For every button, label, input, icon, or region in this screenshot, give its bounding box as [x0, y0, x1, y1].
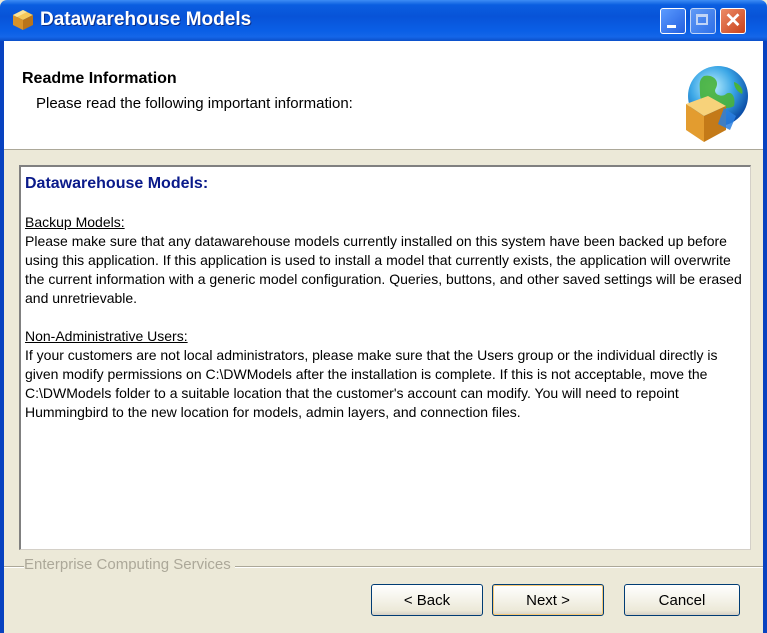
window-frame-right [763, 41, 767, 633]
back-button[interactable]: < Back [371, 584, 483, 616]
globe-box-icon [686, 66, 748, 142]
window-title: Datawarehouse Models [40, 9, 252, 30]
readme-section-heading: Non-Administrative Users: [25, 328, 188, 344]
readme-section-non-admin: Non-Administrative Users: If your custom… [25, 327, 742, 422]
readme-section-body: Please make sure that any datawarehouse … [25, 233, 742, 306]
wizard-header: Readme Information Please read the follo… [4, 41, 763, 150]
installer-window: Datawarehouse Models ✕ Readme Informatio… [0, 0, 767, 633]
cancel-button[interactable]: Cancel [624, 584, 740, 616]
maximize-icon[interactable] [690, 8, 716, 34]
next-button[interactable]: Next > [492, 584, 604, 616]
readme-textbox[interactable]: Datawarehouse Models: Backup Models: Ple… [19, 165, 751, 550]
readme-section-body: If your customers are not local administ… [25, 347, 718, 420]
page-title: Readme Information [22, 70, 177, 87]
setup-box-icon [13, 10, 33, 30]
readme-title: Datawarehouse Models: [25, 175, 209, 192]
title-bar[interactable]: Datawarehouse Models ✕ [0, 0, 767, 41]
branding-label: Enterprise Computing Services [24, 556, 235, 573]
close-icon[interactable]: ✕ [720, 8, 746, 34]
page-subtitle: Please read the following important info… [36, 95, 353, 112]
readme-section-heading: Backup Models: [25, 214, 125, 230]
readme-section-backup: Backup Models: Please make sure that any… [25, 213, 742, 308]
minimize-icon[interactable] [660, 8, 686, 34]
